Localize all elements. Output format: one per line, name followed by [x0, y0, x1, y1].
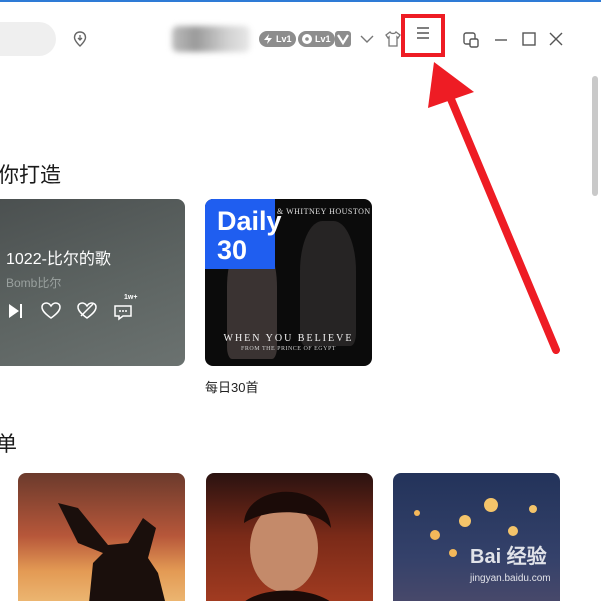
watermark-brand: Bai 经验 [470, 546, 547, 568]
watermark-url: jingyan.baidu.com [470, 573, 551, 584]
red-arrow-annotation [428, 62, 560, 354]
